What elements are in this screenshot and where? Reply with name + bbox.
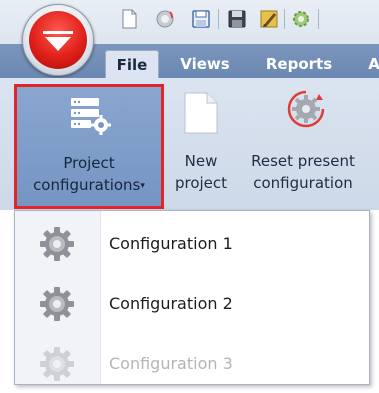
new-document-icon[interactable]	[118, 8, 140, 30]
tab-more[interactable]: A	[364, 50, 379, 78]
separator	[218, 9, 219, 29]
menu-item-configuration-2[interactable]: Configuration 2	[15, 275, 369, 333]
tab-file[interactable]: File	[105, 50, 159, 79]
gear-icon[interactable]	[290, 8, 312, 30]
menu-item-label: Configuration 3	[109, 354, 233, 373]
menu-item-label: Configuration 1	[109, 234, 233, 253]
project-configurations-label-line1: Project	[63, 154, 115, 172]
app-menu-button[interactable]	[22, 4, 94, 76]
app-logo-icon	[43, 31, 73, 51]
server-settings-icon	[71, 98, 111, 135]
project-configurations-button[interactable]: Project configurations▾	[14, 84, 164, 209]
menu-item-label: Configuration 2	[109, 294, 233, 313]
reset-configuration-label-line2: configuration	[253, 174, 353, 192]
new-project-label-line1: New	[184, 152, 218, 170]
separator	[318, 9, 319, 29]
edit-icon[interactable]	[258, 8, 280, 30]
gear-icon	[40, 287, 74, 321]
refresh-icon[interactable]	[154, 8, 176, 30]
tab-reports[interactable]: Reports	[260, 50, 338, 78]
new-document-icon	[184, 92, 218, 134]
menu-item-configuration-3: Configuration 3	[15, 335, 369, 393]
project-configurations-label-line2: configurations▾	[17, 174, 161, 197]
save-icon[interactable]	[190, 8, 212, 30]
new-project-label-line2: project	[174, 174, 228, 192]
reset-gear-icon	[287, 90, 325, 128]
project-configurations-label-text: configurations	[33, 176, 141, 194]
new-project-button[interactable]: New project	[170, 78, 232, 210]
project-configurations-menu: Configuration 1 Configuration 2 Configur…	[14, 210, 370, 385]
menu-item-configuration-1[interactable]: Configuration 1	[15, 215, 369, 273]
reset-configuration-button[interactable]: Reset present configuration	[238, 78, 368, 210]
gear-icon	[40, 227, 74, 261]
tab-views[interactable]: Views	[177, 50, 233, 78]
reset-configuration-label-line1: Reset present	[251, 152, 355, 170]
separator	[284, 9, 285, 29]
save-all-icon[interactable]	[226, 8, 248, 30]
chevron-down-icon: ▾	[140, 181, 145, 191]
app-menu-icon	[29, 11, 87, 69]
gear-icon	[40, 347, 74, 381]
